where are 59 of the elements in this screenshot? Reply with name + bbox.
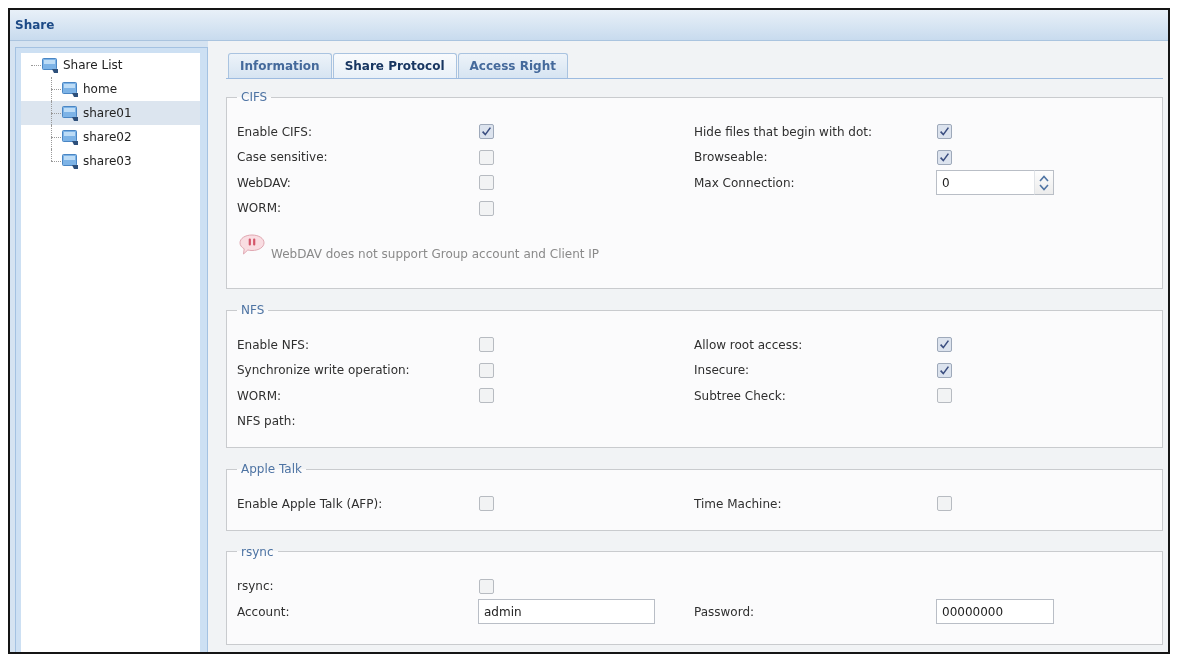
field-label: Enable Apple Talk (AFP): [237, 496, 383, 511]
checkbox[interactable] [937, 337, 952, 353]
tree-item[interactable]: share03 [21, 149, 200, 173]
text-field[interactable]: admin [478, 599, 655, 625]
group-legend: rsync [237, 544, 278, 559]
tree-item[interactable]: share02 [21, 125, 200, 149]
field-label: Time Machine: [694, 496, 782, 511]
group-legend: CIFS [237, 90, 272, 104]
drive-icon [62, 153, 78, 169]
field-label: Case sensitive: [237, 150, 328, 165]
checkbox[interactable] [479, 200, 494, 216]
field-label: rsync: [237, 579, 274, 594]
field-label: Max Connection: [694, 175, 795, 190]
drive-icon [62, 105, 78, 121]
checkbox[interactable] [479, 388, 494, 404]
tree-item[interactable]: home [21, 77, 200, 101]
tree-item[interactable]: Share List [21, 53, 200, 77]
field-label: Enable CIFS: [237, 124, 312, 139]
field-label: Synchronize write operation: [237, 363, 410, 378]
group-legend: Apple Talk [237, 462, 306, 476]
group-legend: NFS [237, 303, 269, 317]
field-label: Subtree Check: [694, 388, 786, 403]
checkbox[interactable] [479, 337, 494, 353]
tab[interactable]: Access Right [457, 53, 568, 78]
field-label: WebDAV: [237, 175, 291, 190]
field-label: Password: [694, 604, 755, 619]
field-label: Hide files that begin with dot: [694, 124, 873, 139]
checkbox[interactable] [479, 149, 494, 165]
text-field[interactable]: 00000000 [936, 599, 1054, 625]
field-label: Account: [237, 604, 290, 619]
tree-item[interactable]: share01 [21, 101, 200, 125]
checkbox[interactable] [479, 578, 494, 594]
tab[interactable]: Information [228, 53, 332, 78]
field-label: Enable NFS: [237, 337, 310, 352]
field-label: Allow root access: [694, 337, 803, 352]
drive-icon [42, 57, 58, 73]
tab[interactable]: Share Protocol [332, 53, 457, 78]
up-down-arrows-icon [1039, 174, 1049, 191]
checkbox[interactable] [937, 124, 952, 140]
number-field[interactable]: 0 [936, 170, 1034, 196]
spin-button[interactable] [1034, 170, 1054, 196]
checkbox[interactable] [937, 362, 952, 378]
field-label: WORM: [237, 388, 282, 403]
field-label: Insecure: [694, 363, 750, 378]
drive-icon [62, 81, 78, 97]
checkbox[interactable] [479, 124, 494, 140]
field-label: Browseable: [694, 150, 768, 165]
checkbox[interactable] [937, 149, 952, 165]
field-label: NFS path: [237, 414, 296, 429]
drive-icon [62, 129, 78, 145]
window-title: Share [15, 18, 55, 32]
alert-bubble-icon [239, 234, 265, 255]
field-label: WORM: [237, 201, 282, 216]
checkbox[interactable] [937, 388, 952, 404]
checkbox[interactable] [479, 362, 494, 378]
note-text: WebDAV does not support Group account and Client IP [271, 247, 600, 261]
checkbox[interactable] [479, 175, 494, 191]
checkbox[interactable] [937, 496, 952, 512]
checkbox[interactable] [479, 496, 494, 512]
